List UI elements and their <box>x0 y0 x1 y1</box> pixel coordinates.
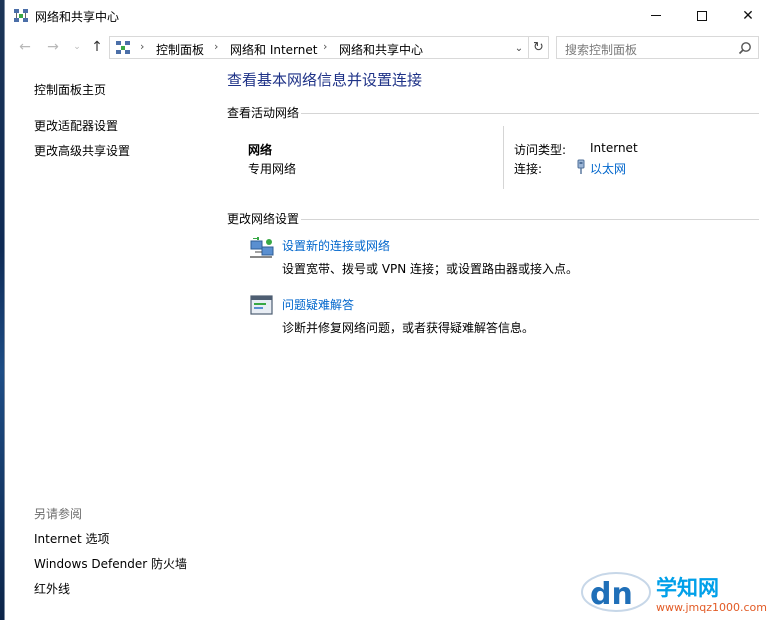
ethernet-cable-icon <box>577 159 585 174</box>
divider <box>503 126 504 189</box>
divider <box>301 219 759 220</box>
minimize-icon <box>651 15 661 16</box>
address-bar[interactable]: › 控制面板 › 网络和 Internet › 网络和共享中心 ⌄ ↻ <box>109 36 549 59</box>
watermark-logo-icon: dn <box>581 572 651 612</box>
site-watermark: dn 学知网 www.jmqz1000.com <box>580 568 772 620</box>
main-content: 查看基本网络信息并设置连接 查看活动网络 网络 专用网络 访问类型: Inter… <box>227 64 767 604</box>
search-placeholder: 搜索控制面板 <box>565 43 638 57</box>
breadcrumb-control-panel[interactable]: 控制面板 <box>156 41 204 58</box>
active-networks-header: 查看活动网络 <box>227 106 300 120</box>
change-advanced-sharing-link[interactable]: 更改高级共享设置 <box>34 142 130 159</box>
network-sharing-center-window: 网络和共享中心 ✕ ← → ⌄ ↑ › 控制面板 › 网络和 Internet … <box>4 0 773 620</box>
page-title: 查看基本网络信息并设置连接 <box>227 71 423 89</box>
ethernet-connection-link[interactable]: 以太网 <box>590 160 626 177</box>
refresh-icon: ↻ <box>533 40 544 55</box>
breadcrumb-separator[interactable]: › <box>140 40 144 53</box>
chevron-down-icon: ⌄ <box>73 42 81 52</box>
back-button[interactable]: ← <box>15 37 35 57</box>
windows-defender-firewall-link[interactable]: Windows Defender 防火墙 <box>34 555 187 572</box>
chevron-down-icon: ⌄ <box>514 42 524 54</box>
svg-text:dn: dn <box>590 577 633 612</box>
setup-new-connection-desc: 设置宽带、拨号或 VPN 连接；或设置路由器或接入点。 <box>282 262 579 276</box>
minimize-button[interactable] <box>633 0 679 31</box>
network-center-icon <box>14 9 28 22</box>
internet-options-link[interactable]: Internet 选项 <box>34 530 109 547</box>
control-panel-home-link[interactable]: 控制面板主页 <box>34 81 106 98</box>
new-connection-icon <box>250 237 274 258</box>
watermark-text: 学知网 <box>656 576 719 600</box>
navigation-bar: ← → ⌄ ↑ › 控制面板 › 网络和 Internet › 网络和共享中心 <box>5 33 773 61</box>
control-panel-icon <box>116 41 130 54</box>
close-icon: ✕ <box>742 7 754 24</box>
up-button[interactable]: ↑ <box>87 37 107 57</box>
troubleshoot-problems-desc: 诊断并修复网络问题，或者获得疑难解答信息。 <box>282 321 535 335</box>
left-navigation-pane: 控制面板主页 更改适配器设置 更改高级共享设置 另请参阅 Internet 选项… <box>5 64 215 614</box>
maximize-button[interactable] <box>679 0 725 31</box>
network-name: 网络 <box>248 143 273 157</box>
troubleshoot-icon <box>250 295 273 315</box>
watermark-url: www.jmqz1000.com <box>656 601 767 614</box>
arrow-right-icon: → <box>47 39 59 55</box>
breadcrumb-sharing-center[interactable]: 网络和共享中心 <box>339 41 423 58</box>
network-profile-type: 专用网络 <box>248 162 297 176</box>
infrared-link[interactable]: 红外线 <box>34 580 70 597</box>
search-input[interactable]: 搜索控制面板 <box>556 36 759 59</box>
refresh-button[interactable]: ↻ <box>528 37 548 58</box>
setup-new-connection-link[interactable]: 设置新的连接或网络 <box>282 237 390 254</box>
address-history-button[interactable]: ⌄ <box>510 38 528 58</box>
recent-locations-button[interactable]: ⌄ <box>67 37 87 57</box>
breadcrumb-network-internet[interactable]: 网络和 Internet <box>230 41 317 58</box>
arrow-up-icon: ↑ <box>91 39 103 55</box>
change-network-settings-header: 更改网络设置 <box>227 212 300 226</box>
forward-button[interactable]: → <box>43 37 63 57</box>
breadcrumb-separator[interactable]: › <box>323 40 327 53</box>
access-type-value: Internet <box>590 141 638 155</box>
change-adapter-settings-link[interactable]: 更改适配器设置 <box>34 117 118 134</box>
troubleshoot-problems-link[interactable]: 问题疑难解答 <box>282 296 354 313</box>
breadcrumb-separator[interactable]: › <box>214 40 218 53</box>
close-button[interactable]: ✕ <box>725 0 771 31</box>
divider <box>301 113 759 114</box>
connections-label: 连接: <box>514 162 543 176</box>
see-also-header: 另请参阅 <box>34 507 83 521</box>
window-title: 网络和共享中心 <box>35 10 120 24</box>
title-bar: 网络和共享中心 ✕ <box>5 0 773 31</box>
maximize-icon <box>697 10 707 21</box>
access-type-label: 访问类型: <box>514 143 567 157</box>
search-icon[interactable] <box>738 41 752 55</box>
arrow-left-icon: ← <box>19 39 31 55</box>
